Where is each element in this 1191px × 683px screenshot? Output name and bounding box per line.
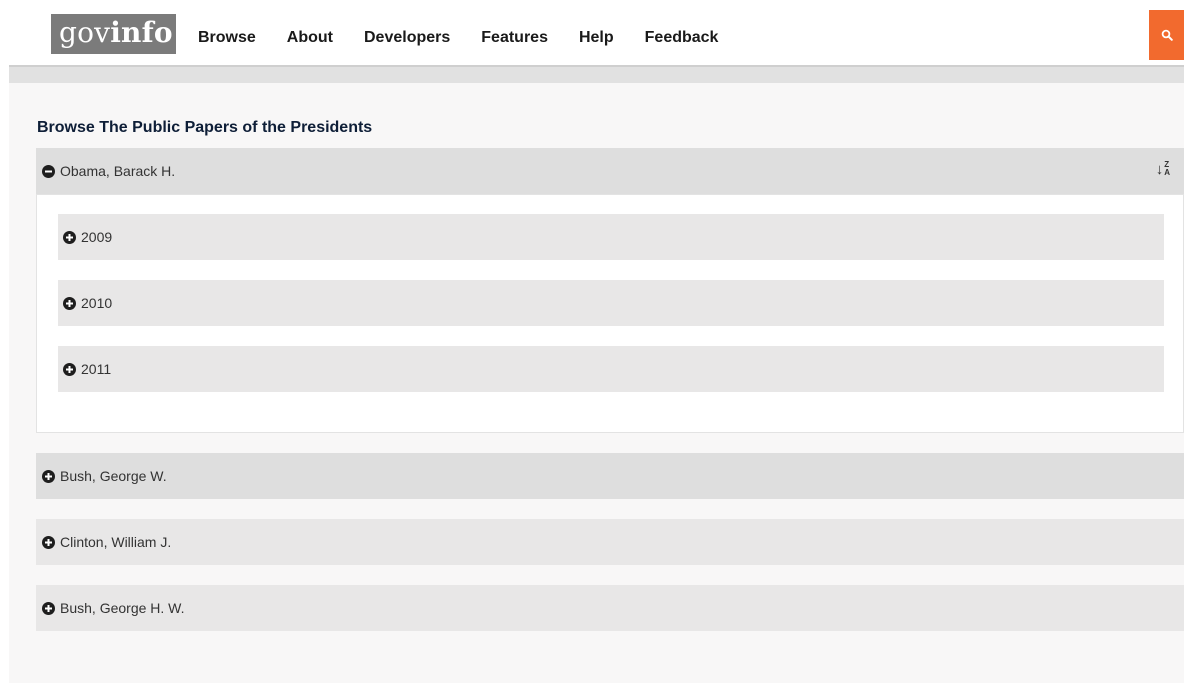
sort-label-bottom: A	[1164, 168, 1170, 177]
year-item-2009[interactable]: 2009	[58, 214, 1164, 260]
president-label: Obama, Barack H.	[60, 163, 176, 179]
plus-circle-icon	[63, 230, 76, 244]
plus-circle-icon	[63, 362, 76, 376]
year-item-2011[interactable]: 2011	[58, 346, 1164, 392]
site-header: govinfo Browse About Developers Features…	[9, 8, 1184, 67]
nav-about[interactable]: About	[287, 27, 333, 49]
year-label: 2009	[81, 229, 113, 245]
main-nav: Browse About Developers Features Help Fe…	[198, 27, 749, 49]
president-panel-clinton[interactable]: Clinton, William J.	[36, 519, 1184, 565]
nav-feedback[interactable]: Feedback	[645, 27, 719, 49]
plus-circle-icon	[42, 535, 55, 549]
sort-arrow: ↓	[1155, 161, 1164, 178]
logo-text-gov: gov	[59, 16, 111, 49]
president-panel-body-obama: 2009 2010 2011	[36, 194, 1184, 433]
govinfo-logo[interactable]: govinfo	[51, 14, 176, 54]
nav-browse[interactable]: Browse	[198, 27, 256, 49]
search-button[interactable]	[1149, 10, 1184, 60]
president-label: Bush, George W.	[60, 468, 167, 484]
plus-circle-icon	[42, 601, 55, 615]
year-label: 2010	[81, 295, 113, 311]
header-divider	[9, 67, 1184, 83]
nav-features[interactable]: Features	[481, 27, 548, 49]
president-label: Bush, George H. W.	[60, 600, 185, 616]
minus-circle-icon	[42, 164, 55, 178]
nav-help[interactable]: Help	[579, 27, 614, 49]
logo-text-info: info	[110, 16, 173, 49]
nav-developers[interactable]: Developers	[364, 27, 450, 49]
page-title: Browse The Public Papers of the Presiden…	[37, 119, 373, 136]
president-panel-bush-ghw[interactable]: Bush, George H. W.	[36, 585, 1184, 631]
president-panel-bush-gw[interactable]: Bush, George W.	[36, 453, 1184, 499]
plus-circle-icon	[42, 469, 55, 483]
sort-alpha-desc-icon[interactable]: ↓ Z A	[1156, 161, 1170, 179]
plus-circle-icon	[63, 296, 76, 310]
president-label: Clinton, William J.	[60, 534, 172, 550]
year-label: 2011	[81, 361, 112, 377]
search-icon	[1161, 29, 1173, 41]
president-panel-obama[interactable]: Obama, Barack H. ↓ Z A	[36, 148, 1184, 194]
year-item-2010[interactable]: 2010	[58, 280, 1164, 326]
